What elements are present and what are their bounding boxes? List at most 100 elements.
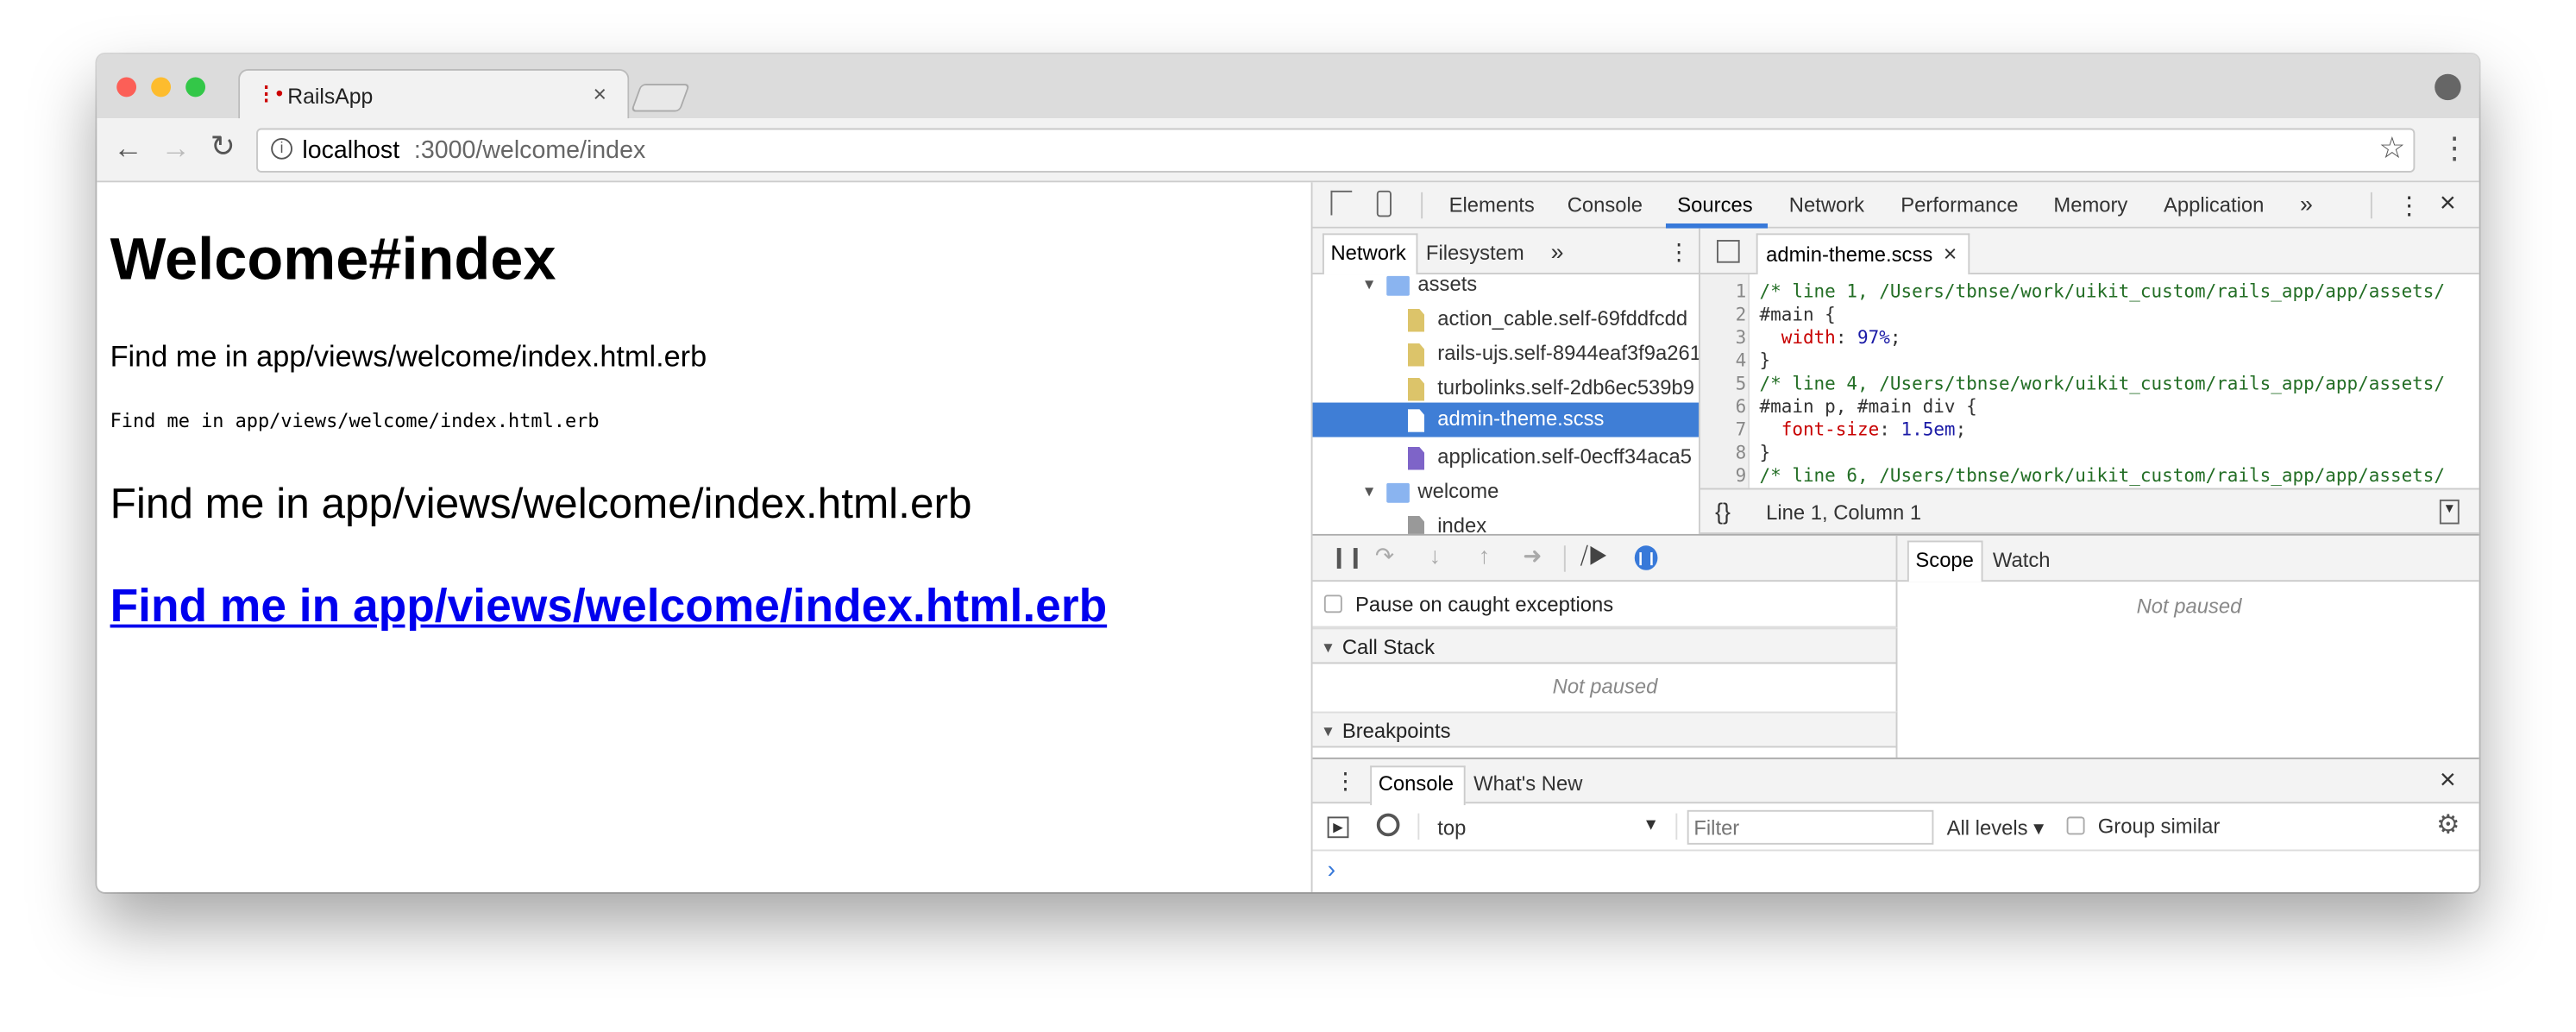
stylesheet-file-icon [1407,446,1425,470]
page-content: Welcome#index Find me in app/views/welco… [97,182,1311,893]
debugger-toolbar: ❙❙ ↷ ↓ ↑ ➜ ⧸▶ ❙❙ [1312,535,1898,582]
tab-sources[interactable]: Sources [1677,194,1752,217]
devtools-menu-icon[interactable]: ⋮ [2397,191,2422,220]
console-input[interactable]: › [1313,851,2479,892]
editor-tab-label: admin-theme.scss [1766,242,1933,267]
step-out-icon[interactable]: ↑ [1479,542,1490,568]
code-line: 7 font-size: 1.5em; [1735,418,1967,441]
pause-caught-checkbox[interactable] [1323,595,1342,614]
browser-window: ⋮• RailsApp × ← → ↻ i localhost :3000/we… [97,53,2479,893]
deactivate-breakpoints-icon[interactable]: ⧸▶ [1580,542,1609,569]
tree-item-file[interactable]: turbolinks.self-2db6ec539b9 [1313,371,1700,406]
browser-tab[interactable]: ⋮• RailsApp × [238,68,630,121]
script-file-icon [1407,343,1425,367]
call-stack-label: Call Stack [1341,635,1435,659]
tree-label: turbolinks.self-2db6ec539b9 [1437,376,1695,400]
minimize-window-button[interactable] [151,77,172,98]
tab-scope[interactable]: Scope [1915,549,1974,572]
inspect-element-icon[interactable] [1330,190,1353,216]
navigator-tab-network[interactable]: Network [1330,242,1405,265]
tab-performance[interactable]: Performance [1901,194,2018,217]
drawer-tab-whats-new[interactable]: What's New [1473,772,1582,796]
group-similar-checkbox[interactable] [2066,816,2085,835]
close-editor-tab-icon[interactable]: × [1944,240,1957,266]
account-icon[interactable] [2435,73,2461,101]
close-window-button[interactable] [116,77,137,98]
address-bar[interactable]: i localhost :3000/welcome/index ☆ [256,128,2416,173]
tree-item-file[interactable]: application.self-0ecff34aca5 [1313,440,1700,475]
menu-icon[interactable]: ⋮ [2440,131,2469,166]
tree-label: admin-theme.scss [1437,407,1605,431]
show-sidebar-icon[interactable]: ▶ [1327,816,1349,839]
pause-on-exceptions-icon[interactable]: ❙❙ [1634,545,1658,570]
console-filter-input[interactable] [1687,809,1934,845]
log-levels-select[interactable]: All levels ▾ [1947,815,2045,840]
breakpoints-header[interactable]: ▼ Breakpoints [1312,711,1898,748]
drawer-tab-console[interactable]: Console [1379,772,1454,796]
console-settings-gear-icon[interactable]: ⚙ [2436,809,2460,841]
navigator-tab-filesystem[interactable]: Filesystem [1426,242,1524,265]
step-into-icon[interactable]: ↓ [1429,542,1441,568]
forward-icon[interactable]: → [161,131,191,166]
close-devtools-icon[interactable]: × [2440,187,2456,220]
tab-elements[interactable]: Elements [1449,194,1535,217]
tab-strip: ⋮• RailsApp × [97,53,2479,121]
reload-icon[interactable]: ↻ [210,129,236,164]
step-over-icon[interactable]: ↷ [1375,542,1394,569]
pause-caught-label: Pause on caught exceptions [1355,593,1614,617]
pretty-print-icon[interactable]: {} [1715,498,1731,524]
pause-caught-row: Pause on caught exceptions [1312,582,1898,628]
cursor-position: Line 1, Column 1 [1766,500,1922,525]
editor-tab[interactable]: admin-theme.scss × [1756,233,1970,275]
rails-favicon-icon: ⋮• [256,82,283,105]
code-editor[interactable]: 1/* line 1, /Users/tbnse/work/uikit_cust… [1700,274,2479,488]
navigator-more-icon[interactable]: » [1551,238,1564,264]
device-toolbar-icon[interactable] [1376,190,1392,217]
clear-console-icon[interactable] [1376,813,1400,837]
context-select[interactable]: top ▼ [1428,809,1666,845]
step-icon[interactable]: ➜ [1523,542,1542,569]
tree-label: application.self-0ecff34aca5 [1437,445,1692,469]
tab-console[interactable]: Console [1568,194,1643,217]
navigator-menu-icon[interactable]: ⋮ [1668,238,1691,266]
new-tab-button[interactable] [631,84,690,112]
code-line: 5/* line 4, /Users/tbnse/work/uikit_cust… [1735,373,2446,395]
navigator-header: Network Filesystem » ⋮ [1312,228,1700,275]
tree-label: index [1437,514,1487,534]
toggle-navigator-icon[interactable] [1716,240,1740,263]
drawer-menu-icon[interactable]: ⋮ [1334,767,1357,795]
url-path: :3000/welcome/index [413,136,646,165]
tab-watch[interactable]: Watch [1993,549,2051,572]
group-similar-label: Group similar [2097,815,2221,839]
pause-icon[interactable]: ❙❙ [1330,545,1363,569]
tree-item-folder[interactable]: ▼ welcome [1313,475,1700,509]
back-icon[interactable]: ← [113,131,142,166]
code-line: 9/* line 6, /Users/tbnse/work/uikit_cust… [1735,464,2446,487]
tree-item-file[interactable]: index [1313,509,1700,534]
more-tabs-icon[interactable]: » [2300,191,2313,217]
code-line: 6 #main p, #main div { [1735,395,1977,418]
info-icon[interactable]: i [271,137,292,160]
tree-item-folder[interactable]: ▼ assets [1313,274,1700,302]
close-tab-icon[interactable]: × [593,80,606,106]
call-stack-header[interactable]: ▼ Call Stack [1312,627,1898,664]
chevron-down-icon: ▼ [1643,816,1660,835]
url-host: localhost [302,136,400,165]
devtools-toolbar: Elements Console Sources Network Perform… [1312,182,2479,229]
scope-tabs: Scope Watch [1897,535,2479,582]
page-heading: Welcome#index [110,224,556,293]
tree-item-file[interactable]: rails-ujs.self-8944eaf3f9a261 [1313,337,1699,371]
tab-network[interactable]: Network [1789,194,1864,217]
tab-application[interactable]: Application [2164,194,2264,217]
call-stack-not-paused: Not paused [1552,675,1658,699]
browser-toolbar: ← → ↻ i localhost :3000/welcome/index ☆ … [97,118,2479,183]
bookmark-star-icon[interactable]: ☆ [2378,131,2405,166]
tab-memory[interactable]: Memory [2053,194,2127,217]
tree-item-selected[interactable]: admin-theme.scss [1312,402,1700,437]
toggle-debugger-icon[interactable]: ▼ [2439,499,2460,525]
maximize-window-button[interactable] [185,77,206,98]
tree-item-file[interactable]: action_cable.self-69fddfcdd [1313,302,1700,337]
close-drawer-icon[interactable]: × [2440,764,2456,796]
page-link[interactable]: Find me in app/views/welcome/index.html.… [110,580,1108,632]
call-stack-body: Not paused [1313,664,1898,712]
